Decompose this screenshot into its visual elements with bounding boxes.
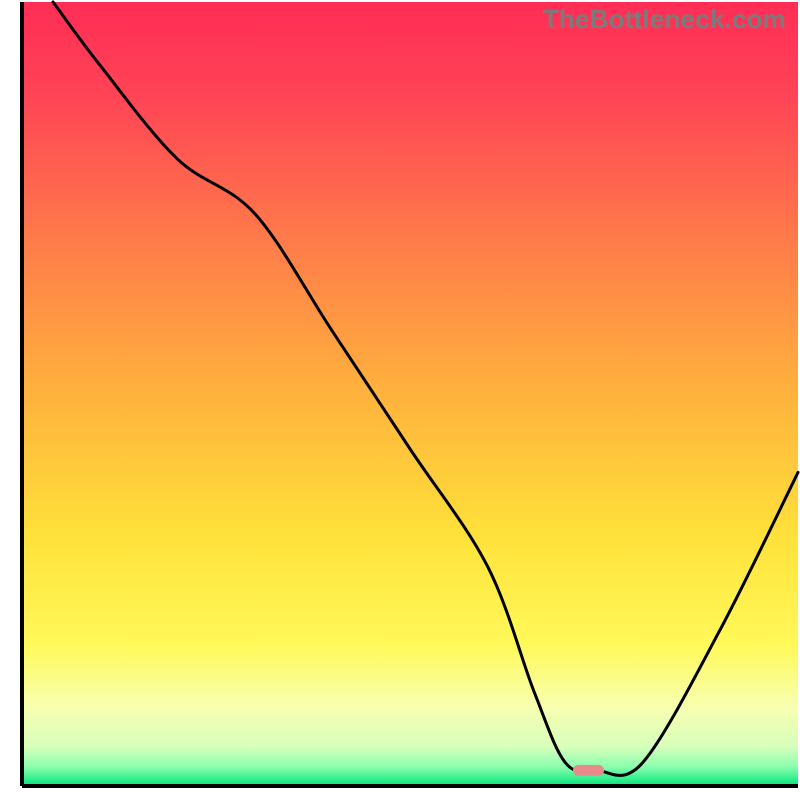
bottleneck-chart: TheBottleneck.com xyxy=(0,0,800,800)
gradient-background xyxy=(22,2,798,786)
watermark-text: TheBottleneck.com xyxy=(543,4,786,35)
chart-svg xyxy=(0,0,800,800)
optimal-marker xyxy=(573,765,604,776)
